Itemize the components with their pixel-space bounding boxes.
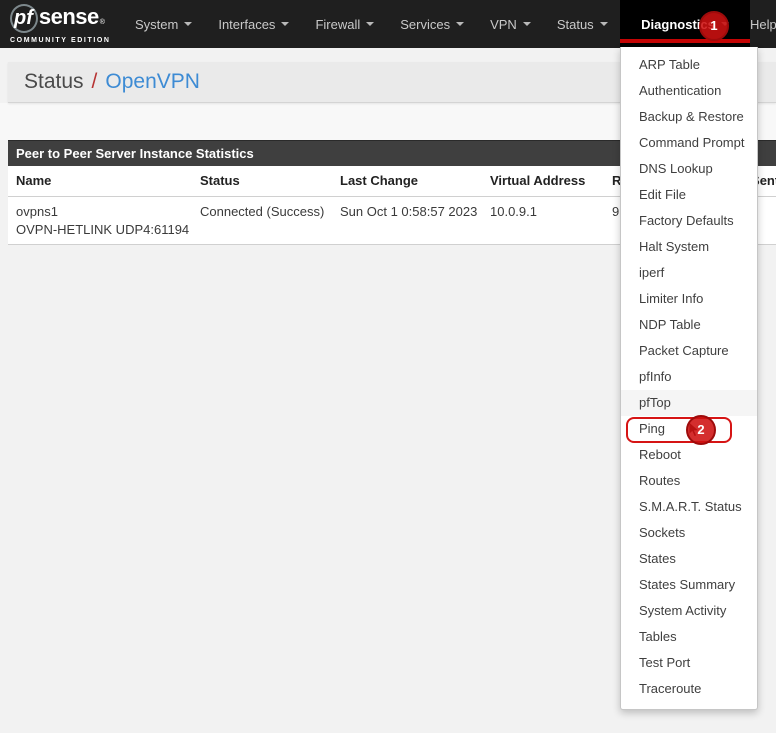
registered-mark: ® (99, 19, 105, 26)
col-name: Name (8, 166, 200, 197)
chevron-down-icon (281, 22, 290, 26)
nav-firewall[interactable]: Firewall (302, 0, 387, 48)
step1-underline-annotation (620, 39, 750, 43)
menu-item-system-activity[interactable]: System Activity (621, 598, 757, 624)
nav-status[interactable]: Status (544, 0, 621, 48)
nav-interfaces-label: Interfaces (218, 16, 276, 32)
menu-item-arp-table[interactable]: ARP Table (621, 52, 757, 78)
step2-highlight-rectangle (626, 417, 732, 443)
menu-item-tables[interactable]: Tables (621, 624, 757, 650)
breadcrumb-openvpn-link[interactable]: OpenVPN (105, 70, 200, 94)
nav-vpn-label: VPN (490, 16, 517, 32)
menu-item-command-prompt[interactable]: Command Prompt (621, 130, 757, 156)
menu-item-halt-system[interactable]: Halt System (621, 234, 757, 260)
menu-item-iperf[interactable]: iperf (621, 260, 757, 286)
nav-firewall-label: Firewall (315, 16, 361, 32)
breadcrumb-section: Status (24, 70, 84, 93)
nav-services-label: Services (400, 16, 451, 32)
cell-name: ovpns1 OVPN-HETLINK UDP4:61194 (8, 196, 200, 245)
menu-item-authentication[interactable]: Authentication (621, 78, 757, 104)
logo-sense: sense (38, 4, 99, 29)
nav-help[interactable]: Help (750, 0, 776, 48)
chevron-down-icon (184, 22, 193, 26)
menu-item-sockets[interactable]: Sockets (621, 520, 757, 546)
col-virtual-address: Virtual Address (490, 166, 612, 197)
logo-pf: pf (10, 4, 38, 33)
nav-system-label: System (135, 16, 179, 32)
menu-item-states-summary[interactable]: States Summary (621, 572, 757, 598)
instance-name: ovpns1 (16, 204, 58, 219)
menu-item-edit-file[interactable]: Edit File (621, 182, 757, 208)
chevron-down-icon (599, 22, 608, 26)
menu-item-states[interactable]: States (621, 546, 757, 572)
pfsense-logo-text: pf sense ® (10, 4, 112, 35)
step1-badge: 1 (699, 11, 729, 41)
nav-help-label: Help (750, 16, 776, 32)
menu-item-factory-defaults[interactable]: Factory Defaults (621, 208, 757, 234)
instance-endpoint: OVPN-HETLINK UDP4:61194 (16, 222, 190, 237)
diagnostics-dropdown-menu: ARP Table Authentication Backup & Restor… (620, 47, 758, 710)
menu-item-limiter-info[interactable]: Limiter Info (621, 286, 757, 312)
pfsense-logo[interactable]: pf sense ® COMMUNITY EDITION (10, 4, 112, 44)
menu-item-routes[interactable]: Routes (621, 468, 757, 494)
chevron-down-icon (456, 22, 465, 26)
nav-status-label: Status (556, 16, 594, 32)
col-status: Status (200, 166, 340, 197)
main-menu: System Interfaces Firewall Services VPN … (122, 0, 621, 48)
cell-virtual-address: 10.0.9.1 (490, 196, 612, 245)
step2-badge: 2 (686, 415, 716, 445)
menu-item-pfinfo[interactable]: pfInfo (621, 364, 757, 390)
col-last-change: Last Change (340, 166, 490, 197)
menu-item-traceroute[interactable]: Traceroute (621, 676, 757, 702)
breadcrumb-separator: / (91, 70, 98, 93)
nav-system[interactable]: System (122, 0, 205, 48)
cell-status: Connected (Success) (200, 196, 340, 245)
menu-item-dns-lookup[interactable]: DNS Lookup (621, 156, 757, 182)
nav-services[interactable]: Services (387, 0, 477, 48)
cell-last-change: Sun Oct 1 0:58:57 2023 (340, 196, 490, 245)
menu-item-test-port[interactable]: Test Port (621, 650, 757, 676)
menu-item-reboot[interactable]: Reboot (621, 442, 757, 468)
logo-edition: COMMUNITY EDITION (10, 37, 111, 44)
nav-interfaces[interactable]: Interfaces (205, 0, 302, 48)
menu-item-packet-capture[interactable]: Packet Capture (621, 338, 757, 364)
chevron-down-icon (366, 22, 375, 26)
menu-item-ndp-table[interactable]: NDP Table (621, 312, 757, 338)
menu-item-backup-restore[interactable]: Backup & Restore (621, 104, 757, 130)
chevron-down-icon (522, 22, 531, 26)
nav-vpn[interactable]: VPN (477, 0, 544, 48)
menu-item-pftop[interactable]: pfTop (621, 390, 757, 416)
menu-item-smart-status[interactable]: S.M.A.R.T. Status (621, 494, 757, 520)
